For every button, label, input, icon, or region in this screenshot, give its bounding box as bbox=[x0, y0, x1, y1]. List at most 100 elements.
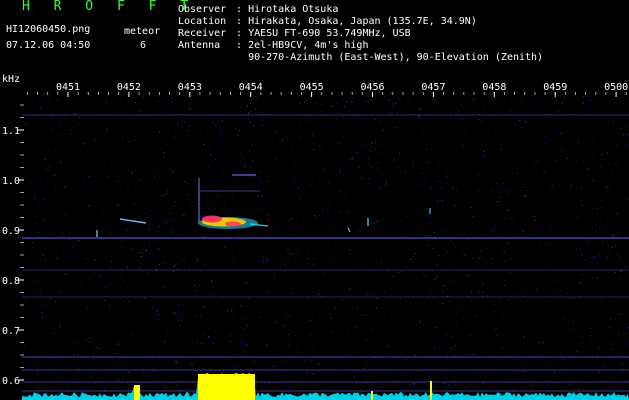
noise-speck bbox=[405, 243, 407, 245]
noise-speck bbox=[422, 167, 424, 169]
noise-speck bbox=[156, 241, 158, 243]
noise-speck bbox=[325, 124, 327, 126]
noise-speck bbox=[572, 320, 574, 322]
noise-speck bbox=[166, 221, 168, 223]
noise-speck bbox=[626, 286, 628, 287]
noise-speck bbox=[291, 319, 293, 321]
noise-speck bbox=[511, 258, 513, 260]
noise-speck bbox=[596, 106, 598, 108]
noise-speck bbox=[574, 205, 576, 207]
noise-speck bbox=[289, 186, 291, 188]
noise-speck bbox=[336, 102, 338, 104]
noise-speck bbox=[321, 102, 322, 104]
noise-speck bbox=[451, 140, 453, 142]
noise-speck bbox=[160, 173, 161, 175]
noise-speck bbox=[455, 117, 456, 119]
noise-speck bbox=[343, 116, 345, 118]
noise-speck bbox=[28, 158, 30, 160]
noise-speck bbox=[123, 300, 125, 302]
noise-speck bbox=[565, 378, 566, 380]
noise-speck bbox=[138, 229, 140, 231]
noise-speck bbox=[126, 266, 128, 268]
noise-speck bbox=[498, 117, 500, 119]
noise-speck bbox=[439, 166, 441, 168]
noise-speck bbox=[514, 347, 516, 349]
noise-speck bbox=[477, 386, 479, 388]
noise-speck bbox=[404, 242, 406, 244]
noise-speck bbox=[134, 204, 136, 206]
noise-speck bbox=[247, 238, 249, 240]
noise-speck bbox=[187, 130, 188, 132]
noise-speck bbox=[347, 100, 348, 102]
noise-speck bbox=[54, 229, 56, 231]
noise-speck bbox=[433, 348, 435, 350]
noise-speck bbox=[587, 242, 589, 244]
noise-speck bbox=[212, 293, 213, 295]
noise-speck bbox=[149, 246, 151, 248]
noise-speck bbox=[444, 154, 446, 156]
noise-speck bbox=[202, 306, 204, 308]
noise-speck bbox=[64, 134, 66, 135]
noise-speck bbox=[56, 217, 57, 219]
noise-speck bbox=[164, 286, 166, 288]
noise-speck bbox=[69, 233, 71, 234]
noise-speck bbox=[468, 145, 470, 146]
noise-speck bbox=[304, 359, 306, 361]
noise-speck bbox=[415, 378, 417, 380]
noise-speck bbox=[192, 172, 194, 174]
noise-speck bbox=[480, 242, 482, 244]
noise-speck bbox=[353, 376, 355, 378]
noise-speck bbox=[619, 254, 621, 256]
noise-speck bbox=[561, 150, 563, 151]
noise-speck bbox=[379, 120, 381, 122]
noise-speck bbox=[284, 200, 286, 202]
noise-speck bbox=[562, 222, 564, 223]
noise-speck bbox=[548, 391, 550, 393]
noise-speck bbox=[377, 162, 379, 164]
noise-speck bbox=[511, 355, 513, 357]
noise-speck bbox=[221, 173, 223, 175]
noise-speck bbox=[163, 241, 165, 243]
noise-speck bbox=[333, 330, 335, 332]
noise-speck bbox=[146, 324, 148, 326]
noise-speck bbox=[246, 344, 248, 346]
noise-speck bbox=[386, 171, 387, 173]
noise-speck bbox=[360, 272, 361, 274]
noise-speck bbox=[595, 103, 597, 104]
noise-speck bbox=[131, 171, 133, 173]
noise-speck bbox=[86, 151, 88, 153]
noise-speck bbox=[558, 206, 560, 208]
noise-speck bbox=[101, 300, 103, 302]
noise-speck bbox=[174, 323, 176, 325]
noise-speck bbox=[227, 164, 229, 166]
noise-speck bbox=[542, 246, 544, 248]
noise-speck bbox=[378, 364, 380, 366]
noise-speck bbox=[317, 236, 318, 238]
noise-speck bbox=[339, 222, 341, 224]
noise-speck bbox=[377, 221, 379, 223]
noise-speck bbox=[271, 364, 273, 366]
noise-speck bbox=[73, 116, 75, 117]
noise-speck bbox=[509, 109, 511, 111]
noise-speck bbox=[181, 334, 182, 336]
noise-speck bbox=[569, 380, 571, 382]
noise-speck bbox=[504, 111, 506, 113]
noise-speck bbox=[498, 165, 500, 167]
noise-speck bbox=[54, 174, 56, 176]
noise-speck bbox=[577, 330, 579, 332]
noise-speck bbox=[91, 376, 93, 378]
noise-speck bbox=[419, 117, 420, 119]
noise-speck bbox=[74, 379, 76, 381]
noise-speck bbox=[509, 258, 511, 260]
noise-speck bbox=[318, 294, 320, 295]
noise-speck bbox=[480, 372, 481, 374]
noise-speck bbox=[245, 323, 246, 325]
noise-speck bbox=[144, 130, 146, 131]
noise-speck bbox=[347, 145, 349, 146]
noise-speck bbox=[558, 293, 560, 295]
noise-speck bbox=[75, 158, 77, 160]
noise-speck bbox=[158, 226, 160, 228]
noise-speck bbox=[302, 264, 304, 266]
noise-speck bbox=[192, 364, 194, 366]
noise-speck bbox=[370, 94, 372, 96]
